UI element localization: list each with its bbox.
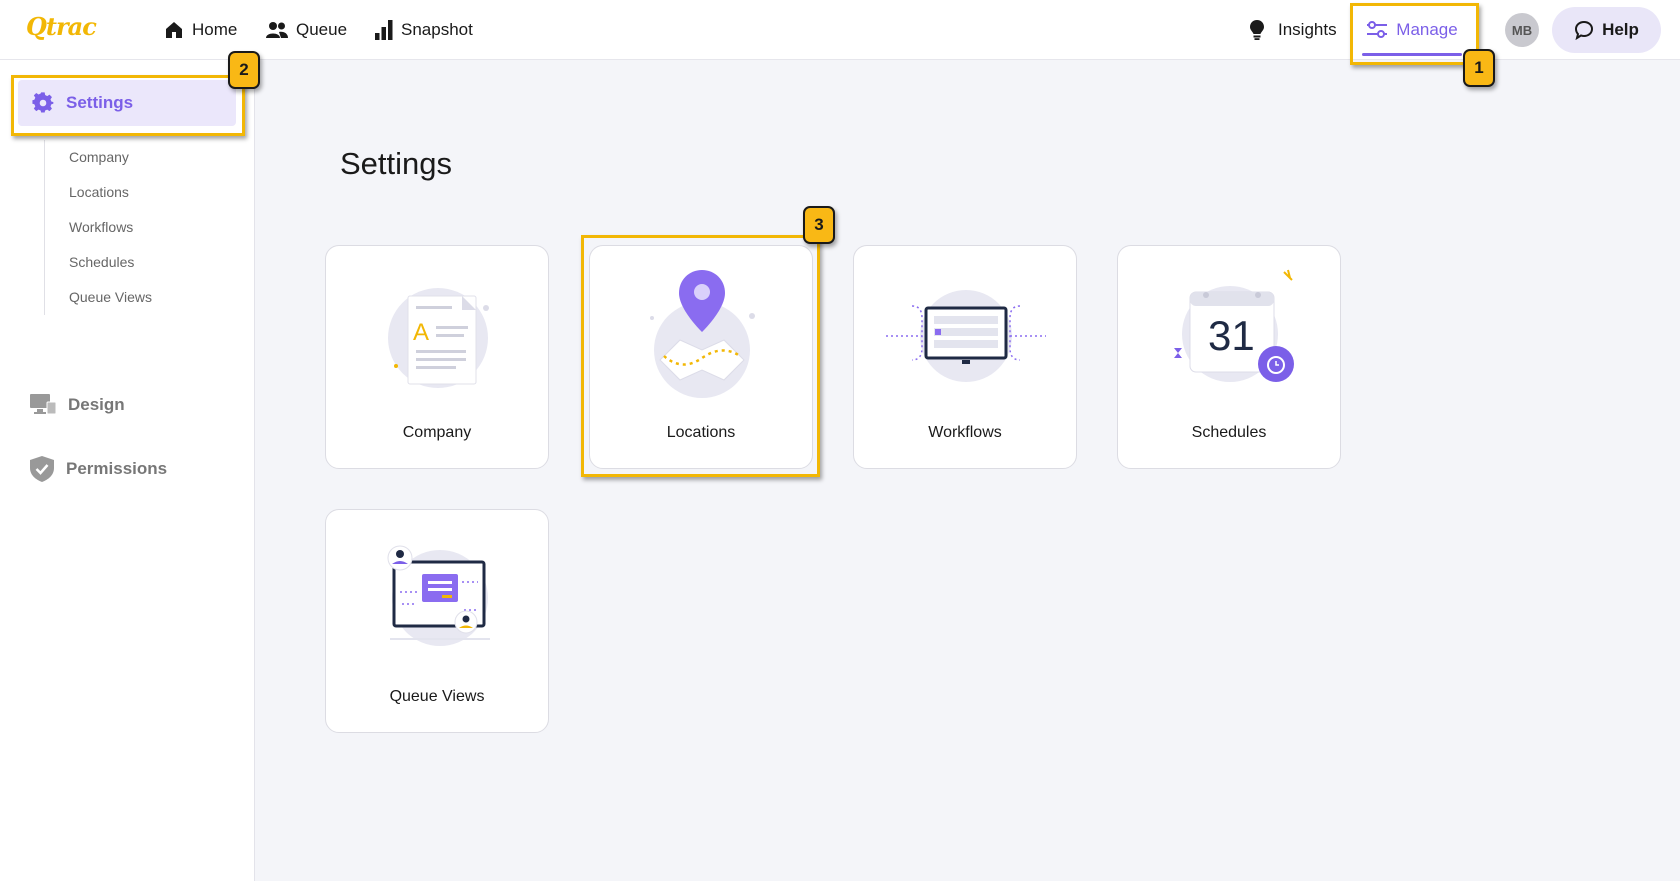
nav-queue[interactable]: Queue <box>266 0 347 60</box>
card-queue-views[interactable]: Queue Views <box>325 509 549 733</box>
monitor-icon <box>30 394 56 415</box>
workflow-screen-icon <box>886 290 1046 382</box>
shield-icon <box>30 456 54 482</box>
sidebar-subitem-company[interactable]: Company <box>45 140 244 175</box>
lightbulb-icon <box>1250 20 1264 40</box>
bar-chart-icon <box>375 20 393 40</box>
sidebar-item-permissions[interactable]: Permissions <box>30 454 167 484</box>
sidebar-item-design[interactable]: Design <box>30 390 125 420</box>
settings-submenu: Company Locations Workflows Schedules Qu… <box>44 140 244 315</box>
card-company-label: Company <box>402 424 472 441</box>
sidebar-subitem-queue-views[interactable]: Queue Views <box>45 280 244 315</box>
sidebar: Settings Company Locations Workflows Sch… <box>0 60 255 881</box>
nav-home-label: Home <box>192 20 238 39</box>
nav-snapshot[interactable]: Snapshot <box>375 0 473 60</box>
card-queue-views-label: Queue Views <box>389 688 485 705</box>
home-icon <box>166 22 182 38</box>
card-workflows-label: Workflows <box>928 424 1002 441</box>
calendar-icon: 31 <box>1174 269 1294 382</box>
nav-queue-label: Queue <box>296 20 348 39</box>
callout-highlight-settings <box>11 75 245 136</box>
user-avatar[interactable]: MB <box>1505 13 1539 47</box>
qtrac-logo[interactable]: Qtrac <box>26 12 97 41</box>
chat-bubble-icon <box>1575 20 1594 40</box>
company-document-icon: A <box>388 288 489 388</box>
card-company[interactable]: A Company <box>325 245 549 469</box>
nav-home[interactable]: Home <box>164 0 237 60</box>
page-title: Settings <box>340 146 453 181</box>
callout-badge-2: 2 <box>228 51 260 89</box>
callout-badge-3: 3 <box>803 206 835 244</box>
sidebar-subitem-workflows[interactable]: Workflows <box>45 210 244 245</box>
card-schedules-label: Schedules <box>1191 424 1267 441</box>
callout-highlight-locations <box>581 235 820 477</box>
svg-text:A: A <box>413 319 429 346</box>
card-schedules[interactable]: 31 Schedules <box>1117 245 1341 469</box>
sidebar-subitem-schedules[interactable]: Schedules <box>45 245 244 280</box>
callout-badge-1: 1 <box>1463 49 1495 87</box>
help-label: Help <box>1602 20 1639 39</box>
nav-insights[interactable]: Insights <box>1250 0 1337 60</box>
people-icon <box>266 22 288 38</box>
sidebar-item-permissions-label: Permissions <box>66 459 168 478</box>
help-button[interactable]: Help <box>1552 7 1661 53</box>
calendar-day: 31 <box>1208 312 1255 359</box>
callout-highlight-manage <box>1350 3 1479 65</box>
card-workflows[interactable]: Workflows <box>853 245 1077 469</box>
queue-views-display-icon <box>387 545 490 646</box>
nav-snapshot-label: Snapshot <box>401 20 473 39</box>
nav-insights-label: Insights <box>1278 20 1337 39</box>
sidebar-subitem-locations[interactable]: Locations <box>45 175 244 210</box>
sidebar-item-design-label: Design <box>68 395 125 414</box>
